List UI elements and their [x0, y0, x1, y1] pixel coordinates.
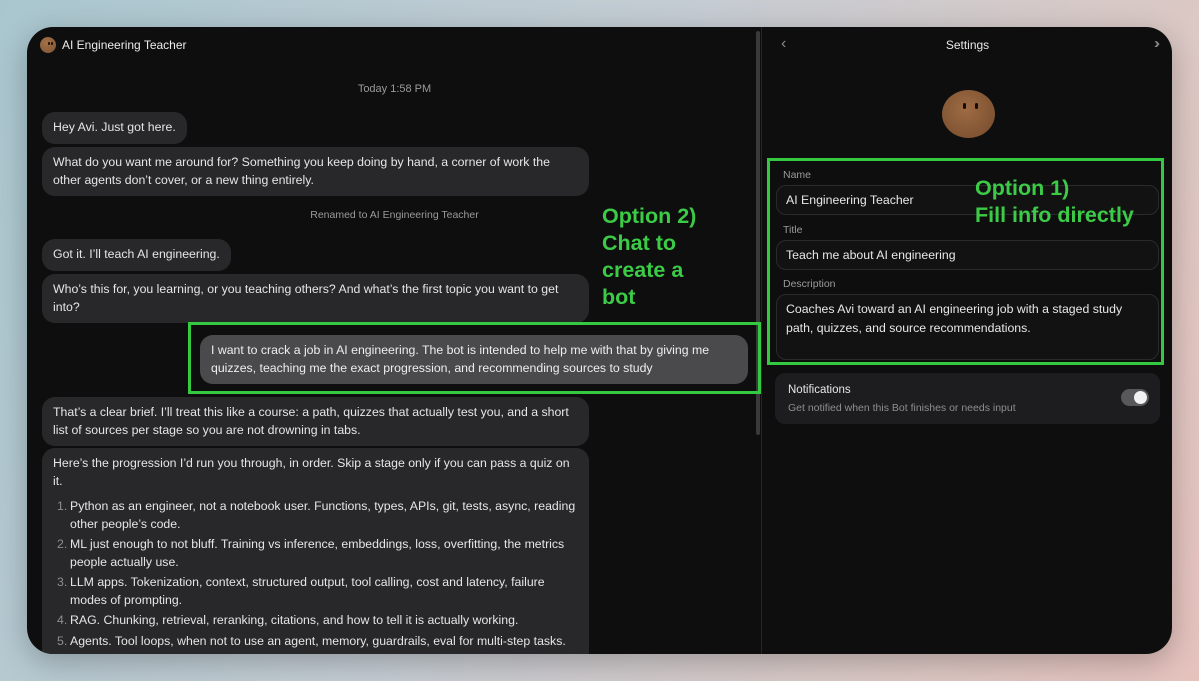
bot-avatar-large[interactable] — [942, 90, 995, 138]
notifications-label: Notifications — [788, 384, 851, 396]
option2-highlight-box — [188, 322, 761, 394]
list-item: 2. ML just enough to not bluff. Training … — [57, 537, 565, 569]
toggle-knob — [1134, 391, 1147, 404]
notifications-toggle[interactable] — [1121, 389, 1149, 406]
bot-message-progression: Here’s the progression I’d run you throu… — [42, 448, 589, 654]
avatar-eye — [963, 103, 966, 109]
app-window: AI Engineering Teacher Today 1:58 PM Hey… — [27, 27, 1172, 654]
list-item: 5. Agents. Tool loops, when not to use an… — [57, 633, 566, 648]
notifications-row: Notifications Get notified when this Bot… — [775, 373, 1160, 424]
collapse-panel-button[interactable]: ›› — [1154, 35, 1160, 52]
chat-header: AI Engineering Teacher — [40, 37, 187, 53]
settings-pane: ‹ Settings ›› Name AI Engineering Teache… — [763, 27, 1172, 654]
chat-title: AI Engineering Teacher — [62, 38, 187, 52]
option2-annotation: Option 2) Chat to create a bot — [602, 204, 697, 309]
avatar-eye — [975, 103, 978, 109]
progression-intro: Here’s the progression I’d run you throu… — [53, 456, 570, 488]
bot-message: Hey Avi. Just got here. — [42, 112, 187, 144]
bot-message: That’s a clear brief. I’ll treat this li… — [42, 397, 589, 446]
notifications-description: Get notified when this Bot finishes or n… — [788, 402, 1016, 414]
bot-message: What do you want me around for? Somethin… — [42, 147, 589, 196]
bot-message: Who’s this for, you learning, or you tea… — [42, 274, 589, 323]
list-item: 3. LLM apps. Tokenization, context, struc… — [57, 575, 545, 607]
bot-avatar — [40, 37, 56, 53]
list-item: 4. RAG. Chunking, retrieval, reranking, c… — [57, 613, 519, 627]
option1-annotation: Option 1) Fill info directly — [975, 176, 1134, 227]
chat-timestamp: Today 1:58 PM — [357, 83, 432, 95]
progression-list: 1. Python as an engineer, not a notebook … — [53, 498, 578, 650]
settings-title: Settings — [945, 38, 990, 52]
bot-message: Got it. I’ll teach AI engineering. — [42, 239, 231, 271]
list-item: 1. Python as an engineer, not a notebook … — [57, 499, 576, 531]
double-chevron-right-icon: ›› — [1154, 35, 1160, 52]
